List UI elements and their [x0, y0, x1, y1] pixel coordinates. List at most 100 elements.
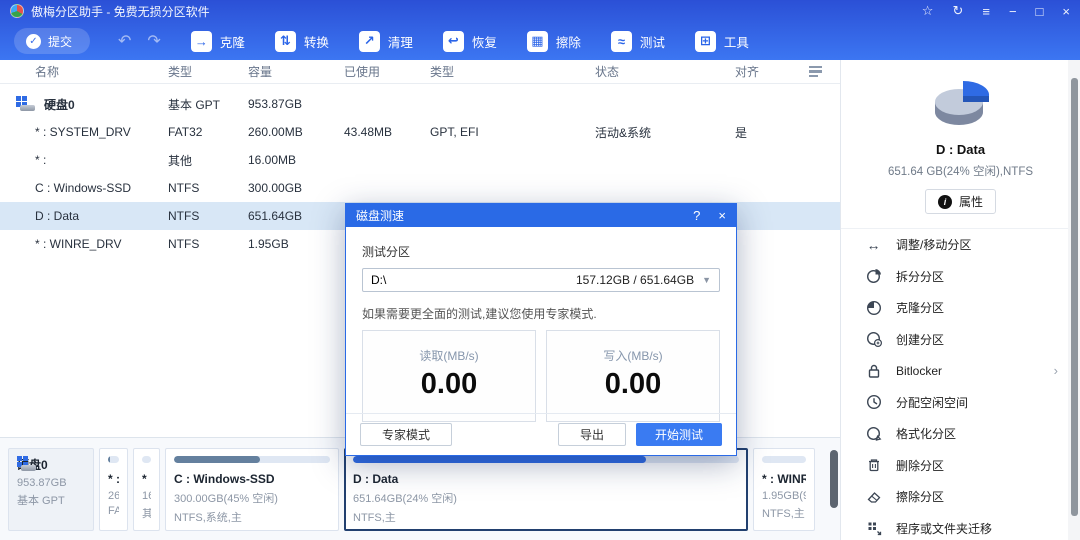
write-speed-value: 0.00	[547, 368, 719, 401]
clone-partition-icon	[865, 300, 882, 316]
app-header: 傲梅分区助手 - 免费无损分区软件 ☆ ↻ ≡ − □ × ✓ 提交 ↶ ↷ →	[0, 0, 1080, 60]
partition-usage: 157.12GB / 651.64GB	[576, 273, 694, 287]
toolbar: ✓ 提交 ↶ ↷ → 克隆 ⇅ 转换 ↗ 清理	[0, 22, 1080, 60]
sidebar-item-wipe-partition[interactable]: 擦除分区	[841, 481, 1080, 513]
toolbar-item-clean[interactable]: ↗ 清理	[359, 31, 413, 52]
header-status[interactable]: 状态	[595, 63, 735, 80]
sidebar-item-app-migrate[interactable]: 程序或文件夹迁移	[841, 513, 1080, 540]
selected-partition: D:\	[371, 273, 386, 287]
toolbar-item-convert[interactable]: ⇅ 转换	[275, 31, 329, 52]
bitlocker-lock-icon	[865, 363, 882, 379]
close-button[interactable]: ×	[1062, 4, 1070, 19]
maximize-button[interactable]: □	[1036, 4, 1044, 19]
disk-map-partition-system[interactable]: * : ... 260... FA...	[99, 448, 128, 531]
column-settings-icon[interactable]	[809, 63, 825, 81]
tools-icon: ⊞	[695, 31, 716, 52]
table-row-disk0[interactable]: 硬盘0 基本 GPT 953.87GB	[0, 90, 840, 118]
chevron-down-icon: ▼	[702, 275, 711, 285]
write-speed-box: 写入(MB/s) 0.00	[546, 330, 720, 422]
chevron-right-icon: ›	[1054, 363, 1058, 378]
submit-label: 提交	[48, 33, 72, 50]
toolbar-item-tools[interactable]: ⊞ 工具	[695, 31, 749, 52]
sidebar-item-format-partition[interactable]: 格式化分区	[841, 418, 1080, 450]
favorite-star-icon[interactable]: ☆	[922, 3, 934, 19]
disk-icon	[16, 96, 36, 112]
expert-mode-note: 如果需要更全面的测试,建议您使用专家模式.	[362, 305, 720, 322]
sidebar-item-create-partition[interactable]: 创建分区	[841, 324, 1080, 356]
header-type[interactable]: 类型	[168, 63, 248, 80]
window-title: 傲梅分区助手 - 免费无损分区软件	[31, 3, 210, 20]
dialog-help-button[interactable]: ?	[693, 208, 700, 223]
dialog-title: 磁盘测速	[356, 207, 404, 224]
split-partition-icon	[865, 268, 882, 284]
selected-partition-name: D : Data	[841, 142, 1080, 157]
minimize-button[interactable]: −	[1009, 4, 1017, 19]
toolbar-item-wipe[interactable]: ▦ 擦除	[527, 31, 581, 52]
test-partition-label: 测试分区	[362, 243, 720, 260]
undo-button[interactable]: ↶	[118, 31, 131, 51]
clone-icon: →	[191, 31, 212, 52]
toolbar-item-clone[interactable]: → 克隆	[191, 31, 245, 52]
menu-icon[interactable]: ≡	[982, 4, 990, 19]
write-speed-label: 写入(MB/s)	[547, 347, 719, 364]
wipe-partition-icon	[865, 489, 882, 505]
sidebar-item-clone-partition[interactable]: 克隆分区	[841, 292, 1080, 324]
allocate-space-icon	[865, 394, 882, 410]
disk-map-partition-d[interactable]: D : Data 651.64GB(24% 空闲) NTFS,主	[344, 448, 748, 531]
delete-partition-icon	[865, 457, 882, 473]
app-logo-icon	[10, 4, 24, 18]
header-used[interactable]: 已使用	[344, 63, 430, 80]
read-speed-box: 读取(MB/s) 0.00	[362, 330, 536, 422]
check-icon: ✓	[26, 34, 41, 49]
test-icon: ≈	[611, 31, 632, 52]
resize-move-icon: ↔	[865, 237, 882, 253]
export-button[interactable]: 导出	[558, 423, 626, 446]
header-aligned[interactable]: 对齐	[735, 63, 805, 80]
sidebar-item-resize-move[interactable]: ↔ 调整/移动分区	[841, 229, 1080, 261]
title-bar: 傲梅分区助手 - 免费无损分区软件 ☆ ↻ ≡ − □ ×	[0, 0, 1080, 22]
table-row-msr[interactable]: * : 其他 16.00MB	[0, 146, 840, 174]
header-name[interactable]: 名称	[0, 63, 168, 80]
sidebar-scrollbar-track[interactable]	[1068, 60, 1080, 540]
toolbar-item-recover[interactable]: ↩ 恢复	[443, 31, 497, 52]
table-header: 名称 类型 容量 已使用 类型 状态 对齐	[0, 60, 840, 84]
disk-map-partition-c[interactable]: C : Windows-SSD 300.00GB(45% 空闲) NTFS,系统…	[165, 448, 339, 531]
create-partition-icon	[865, 331, 882, 347]
sidebar-item-split-partition[interactable]: 拆分分区	[841, 261, 1080, 293]
partition-pie-chart-icon	[923, 76, 999, 134]
redo-button[interactable]: ↷	[147, 31, 160, 51]
disk-map-disk0[interactable]: 硬盘0 953.87GB 基本 GPT	[8, 448, 94, 531]
sidebar-scrollbar-thumb[interactable]	[1071, 78, 1078, 516]
read-speed-label: 读取(MB/s)	[363, 347, 535, 364]
table-row-system-drv[interactable]: * : SYSTEM_DRV FAT32 260.00MB 43.48MB GP…	[0, 118, 840, 146]
sidebar-item-delete-partition[interactable]: 删除分区	[841, 450, 1080, 482]
sidebar: D : Data 651.64 GB(24% 空闲),NTFS i 属性 ↔ 调…	[841, 60, 1080, 540]
disk-map-partition-msr[interactable]: * : 16.... 其...	[133, 448, 160, 531]
bottom-scrollbar[interactable]	[830, 450, 838, 508]
header-fs-type[interactable]: 类型	[430, 63, 595, 80]
main-panel: 名称 类型 容量 已使用 类型 状态 对齐 硬盘0 基本 GPT	[0, 60, 841, 540]
submit-button[interactable]: ✓ 提交	[14, 28, 90, 54]
info-icon: i	[938, 195, 952, 209]
disk-map-partition-winre[interactable]: * : WINRE_... 1.95GB(99%... NTFS,主	[753, 448, 815, 531]
app-window: 傲梅分区助手 - 免费无损分区软件 ☆ ↻ ≡ − □ × ✓ 提交 ↶ ↷ →	[0, 0, 1080, 540]
properties-button[interactable]: i 属性	[925, 189, 996, 214]
dialog-titlebar[interactable]: 磁盘测速 ? ×	[346, 204, 736, 227]
selected-partition-info: 651.64 GB(24% 空闲),NTFS	[841, 163, 1080, 179]
dialog-close-button[interactable]: ×	[718, 208, 726, 223]
header-capacity[interactable]: 容量	[248, 63, 344, 80]
disk-speed-test-dialog: 磁盘测速 ? × 测试分区 D:\ 157.12GB / 651.64GB ▼ …	[345, 203, 737, 456]
table-row-c-windows-ssd[interactable]: C : Windows-SSD NTFS 300.00GB	[0, 174, 840, 202]
sidebar-item-bitlocker[interactable]: Bitlocker ›	[841, 355, 1080, 387]
toolbar-item-test[interactable]: ≈ 测试	[611, 31, 665, 52]
sidebar-item-allocate-space[interactable]: 分配空闲空间	[841, 387, 1080, 419]
read-speed-value: 0.00	[363, 368, 535, 401]
recover-icon: ↩	[443, 31, 464, 52]
refresh-icon[interactable]: ↻	[952, 3, 963, 19]
app-migrate-icon	[865, 520, 882, 536]
start-test-button[interactable]: 开始测试	[636, 423, 722, 446]
partition-select[interactable]: D:\ 157.12GB / 651.64GB ▼	[362, 268, 720, 292]
expert-mode-button[interactable]: 专家模式	[360, 423, 452, 446]
clean-icon: ↗	[359, 31, 380, 52]
convert-icon: ⇅	[275, 31, 296, 52]
